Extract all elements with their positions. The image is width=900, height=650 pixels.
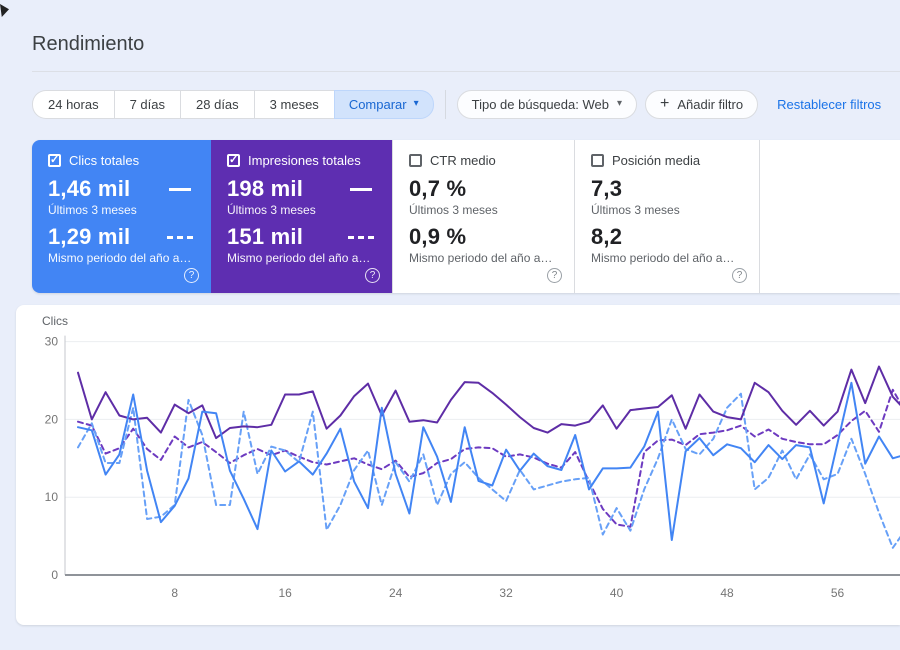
card-average-ctr[interactable]: CTR medio 0,7 % Últimos 3 meses 0,9 % Mi…: [392, 140, 574, 293]
range-button-3m[interactable]: 3 meses: [253, 89, 334, 119]
card-total-impressions[interactable]: Impresiones totales 198 mil Últimos 3 me…: [211, 140, 392, 293]
cursor-artifact: [0, 4, 9, 17]
compare-button[interactable]: Comparar ▾: [333, 89, 434, 119]
metric-previous-period: Mismo periodo del año a…: [591, 251, 735, 265]
range-button-24h[interactable]: 24 horas: [32, 89, 114, 119]
help-icon[interactable]: ?: [365, 268, 380, 283]
metric-previous-period: Mismo periodo del año a…: [48, 251, 192, 265]
card-label: Posición media: [612, 153, 701, 168]
search-type-button[interactable]: Tipo de búsqueda: Web ▾: [456, 89, 637, 119]
page-title: Rendimiento: [32, 33, 145, 55]
clicks-impressions-line-chart[interactable]: 0 10 20 30 8 16 24 32 40 48 56: [16, 305, 900, 625]
svg-text:0: 0: [51, 568, 58, 582]
dashed-line-legend-icon: [348, 235, 374, 239]
svg-text:16: 16: [278, 586, 292, 600]
range-button-7d[interactable]: 7 días: [113, 89, 181, 119]
checkbox-unchecked-icon[interactable]: [409, 154, 422, 167]
metric-current-value: 198 mil: [227, 176, 304, 201]
metric-previous-value: 151 mil: [227, 224, 304, 249]
metric-previous-value: 1,29 mil: [48, 224, 131, 249]
svg-text:48: 48: [720, 586, 734, 600]
dashed-line-legend-icon: [167, 235, 193, 239]
card-label: CTR medio: [430, 153, 496, 168]
filter-toolbar: 24 horas 7 días 28 días 3 meses Comparar…: [32, 89, 900, 119]
add-filter-label: Añadir filtro: [677, 96, 744, 112]
checkbox-checked-icon[interactable]: [48, 153, 61, 167]
svg-text:32: 32: [499, 586, 513, 600]
help-icon[interactable]: ?: [547, 268, 562, 283]
card-label: Clics totales: [69, 153, 140, 168]
help-icon[interactable]: ?: [184, 268, 199, 283]
compare-label: Comparar: [348, 96, 407, 112]
metric-current-value: 7,3: [591, 176, 623, 201]
svg-text:10: 10: [45, 490, 59, 504]
solid-line-legend-icon: [169, 187, 191, 191]
metric-current-value: 0,7 %: [409, 176, 467, 201]
metric-previous-value: 0,9 %: [409, 224, 467, 249]
metric-previous-value: 8,2: [591, 224, 623, 249]
metric-previous-period: Mismo periodo del año a…: [409, 251, 553, 265]
metric-current-period: Últimos 3 meses: [409, 203, 498, 217]
date-range-group: 24 horas 7 días 28 días 3 meses Comparar…: [32, 89, 434, 119]
checkbox-unchecked-icon[interactable]: [591, 154, 604, 167]
toolbar-divider: [444, 89, 446, 119]
card-label: Impresiones totales: [248, 153, 361, 168]
performance-chart-card: Clics 0 10 20 30 8 16 24 32 40 48 56: [16, 305, 900, 625]
metric-current-period: Últimos 3 meses: [48, 203, 137, 217]
metric-cards-row: Clics totales 1,46 mil Últimos 3 meses 1…: [32, 140, 900, 293]
metric-current-period: Últimos 3 meses: [227, 203, 316, 217]
chevron-down-icon: ▾: [616, 98, 622, 109]
svg-text:30: 30: [45, 335, 59, 349]
range-button-28d[interactable]: 28 días: [180, 89, 254, 119]
metric-previous-period: Mismo periodo del año a…: [227, 251, 371, 265]
reset-filters-link[interactable]: Restablecer filtros: [777, 97, 881, 112]
svg-text:24: 24: [389, 586, 403, 600]
title-divider: [32, 71, 900, 72]
help-icon[interactable]: ?: [732, 268, 747, 283]
plus-icon: +: [660, 95, 670, 112]
performance-page: Rendimiento 24 horas 7 días 28 días 3 me…: [0, 0, 900, 650]
svg-text:20: 20: [45, 412, 59, 426]
svg-text:40: 40: [610, 586, 624, 600]
metric-current-period: Últimos 3 meses: [591, 203, 680, 217]
card-average-position[interactable]: Posición media 7,3 Últimos 3 meses 8,2 M…: [574, 140, 759, 293]
card-total-clicks[interactable]: Clics totales 1,46 mil Últimos 3 meses 1…: [32, 140, 211, 293]
cards-row-filler: [759, 140, 900, 293]
checkbox-checked-icon[interactable]: [227, 153, 240, 167]
search-type-label: Tipo de búsqueda: Web: [471, 96, 609, 112]
svg-text:56: 56: [831, 586, 845, 600]
add-filter-button[interactable]: + Añadir filtro: [645, 89, 759, 119]
chevron-down-icon: ▾: [413, 98, 419, 109]
metric-current-value: 1,46 mil: [48, 176, 131, 201]
svg-text:8: 8: [171, 586, 178, 600]
solid-line-legend-icon: [350, 187, 372, 191]
